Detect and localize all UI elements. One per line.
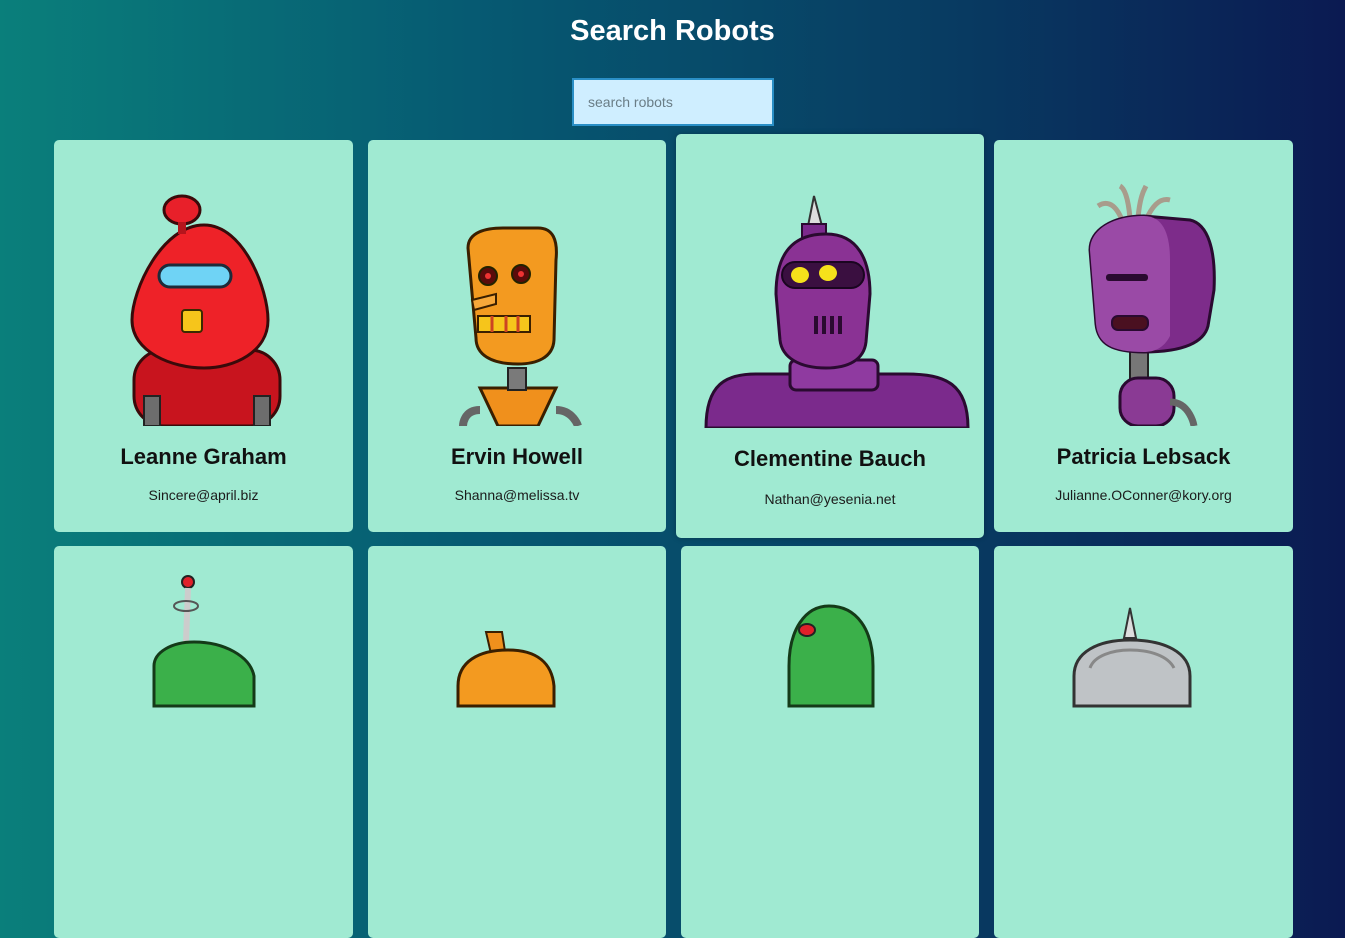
- robot-name: Clementine Bauch: [734, 446, 926, 471]
- robot-card[interactable]: Clementine Bauch Nathan@yesenia.net: [676, 134, 984, 538]
- robot-email: Nathan@yesenia.net: [764, 491, 896, 507]
- robot-card[interactable]: [681, 546, 979, 938]
- robot-card[interactable]: [994, 546, 1293, 938]
- robot-name: Ervin Howell: [450, 444, 584, 469]
- robot-email: Sincere@april.biz: [148, 487, 259, 503]
- orange-robot-avatar: [368, 546, 666, 832]
- robot-email: Shanna@melissa.tv: [454, 487, 580, 503]
- page-title: Search Robots: [570, 15, 775, 47]
- robot-card[interactable]: Ervin Howell Shanna@melissa.tv: [368, 140, 666, 532]
- robot-card[interactable]: [368, 546, 666, 938]
- purple-robot-avatar: [676, 134, 984, 428]
- green-robot-avatar: [681, 546, 979, 832]
- purple-robot-avatar: [994, 140, 1293, 426]
- robot-card[interactable]: [54, 546, 353, 938]
- robot-name: Patricia Lebsack: [1056, 444, 1231, 469]
- red-robot-avatar: [54, 140, 353, 426]
- search-input[interactable]: [572, 78, 774, 126]
- robot-name: Leanne Graham: [120, 444, 287, 469]
- orange-robot-avatar: [368, 140, 666, 426]
- robot-card[interactable]: Patricia Lebsack Julianne.OConner@kory.o…: [994, 140, 1293, 532]
- robot-card[interactable]: Leanne Graham Sincere@april.biz: [54, 140, 353, 532]
- grey-robot-avatar: [994, 546, 1293, 832]
- robot-email: Julianne.OConner@kory.org: [1055, 487, 1232, 503]
- green-robot-avatar: [54, 546, 353, 832]
